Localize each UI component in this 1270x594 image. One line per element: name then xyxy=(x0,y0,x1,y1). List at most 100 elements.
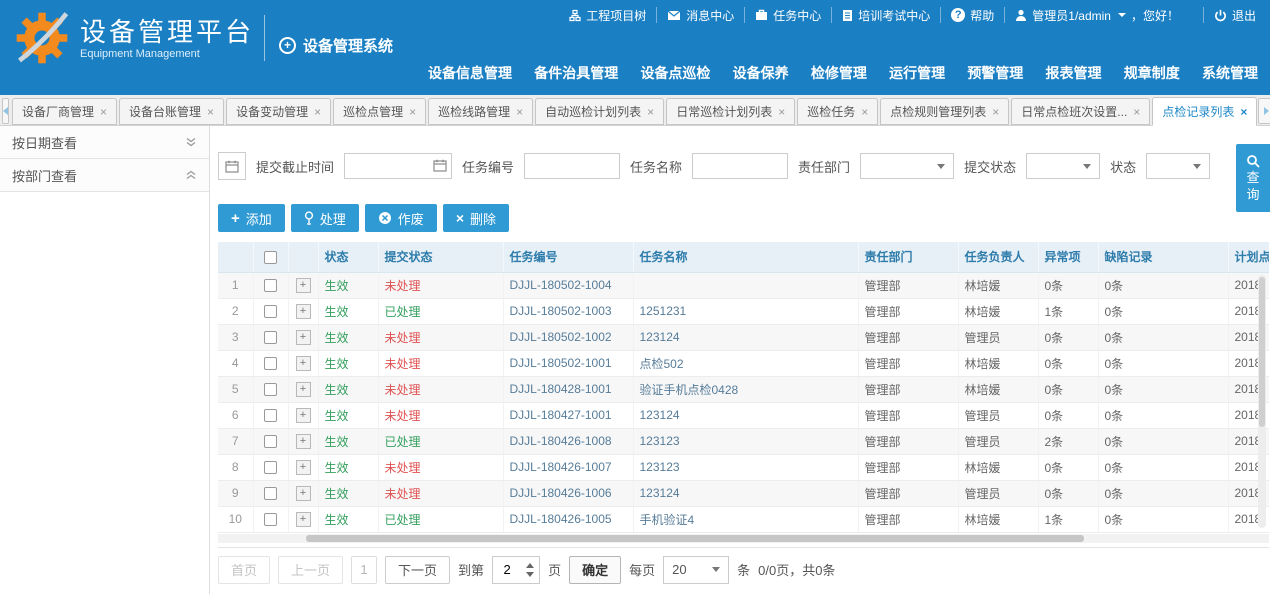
nav-item[interactable]: 运行管理 xyxy=(889,63,945,83)
table-row[interactable]: 10 + 生效 已处理 DJJL-180426-1005 手机验证4 管理部 林… xyxy=(218,506,1269,532)
task-name-input[interactable] xyxy=(692,153,788,179)
row-checkbox[interactable] xyxy=(264,357,277,370)
nav-item[interactable]: 设备信息管理 xyxy=(428,63,512,83)
nav-item[interactable]: 系统管理 xyxy=(1202,63,1258,83)
expand-icon[interactable]: + xyxy=(296,304,311,319)
expand-icon[interactable]: + xyxy=(296,356,311,371)
tabs-scroll-right-button[interactable] xyxy=(1258,98,1270,124)
tab[interactable]: 巡检任务 × xyxy=(797,98,878,125)
calendar-icon[interactable] xyxy=(433,159,447,175)
row-checkbox[interactable] xyxy=(264,279,277,292)
row-checkbox[interactable] xyxy=(264,513,277,526)
close-icon[interactable]: × xyxy=(1133,105,1140,119)
col-plan-time[interactable]: 计划点检时间 xyxy=(1228,242,1269,272)
calendar-button[interactable] xyxy=(218,152,246,180)
close-icon[interactable]: × xyxy=(207,105,214,119)
horizontal-scrollbar[interactable] xyxy=(218,534,1269,543)
tab[interactable]: 日常点检班次设置... × xyxy=(1011,98,1150,125)
select-all-checkbox[interactable] xyxy=(264,251,277,264)
table-row[interactable]: 9 + 生效 未处理 DJJL-180426-1006 123124 管理部 管… xyxy=(218,480,1269,506)
expand-icon[interactable]: + xyxy=(296,460,311,475)
search-button[interactable]: 查 询 xyxy=(1236,144,1270,212)
tab[interactable]: 点检记录列表 × xyxy=(1152,97,1257,126)
spinner-down-icon[interactable] xyxy=(526,572,534,577)
goto-page-input[interactable] xyxy=(493,562,521,577)
col-owner[interactable]: 任务负责人 xyxy=(958,242,1038,272)
help-link[interactable]: ? 帮助 xyxy=(940,7,1004,23)
training-center-link[interactable]: 培训考试中心 xyxy=(831,7,940,23)
void-button[interactable]: 作废 xyxy=(365,204,437,232)
close-icon[interactable]: × xyxy=(100,105,107,119)
close-icon[interactable]: × xyxy=(1240,105,1247,119)
table-row[interactable]: 6 + 生效 未处理 DJJL-180427-1001 123124 管理部 管… xyxy=(218,402,1269,428)
col-abnormal[interactable]: 异常项 xyxy=(1038,242,1098,272)
tab[interactable]: 巡检线路管理 × xyxy=(428,98,533,125)
close-icon[interactable]: × xyxy=(861,105,868,119)
sidebar-section[interactable]: 按日期查看 xyxy=(0,126,209,159)
vertical-scrollbar[interactable] xyxy=(1258,275,1266,528)
table-row[interactable]: 7 + 生效 已处理 DJJL-180426-1008 123123 管理部 管… xyxy=(218,428,1269,454)
confirm-button[interactable]: 确定 xyxy=(569,556,621,584)
user-menu[interactable]: 管理员1/admin ，您好！ xyxy=(1004,7,1189,23)
expand-icon[interactable]: + xyxy=(296,434,311,449)
tab[interactable]: 日常巡检计划列表 × xyxy=(666,98,795,125)
prev-page-button[interactable]: 上一页 xyxy=(278,556,343,584)
expand-icon[interactable]: + xyxy=(296,330,311,345)
row-checkbox[interactable] xyxy=(264,331,277,344)
expand-icon[interactable]: + xyxy=(296,408,311,423)
current-page-button[interactable]: 1 xyxy=(351,556,377,584)
close-icon[interactable]: × xyxy=(778,105,785,119)
first-page-button[interactable]: 首页 xyxy=(218,556,270,584)
vertical-scrollbar-thumb[interactable] xyxy=(1259,277,1265,427)
expand-icon[interactable]: + xyxy=(296,382,311,397)
col-status[interactable]: 状态 xyxy=(318,242,378,272)
col-defect[interactable]: 缺陷记录 xyxy=(1098,242,1228,272)
row-checkbox[interactable] xyxy=(264,461,277,474)
sidebar-section[interactable]: 按部门查看 xyxy=(0,159,209,192)
row-checkbox[interactable] xyxy=(264,487,277,500)
add-button[interactable]: + 添加 xyxy=(218,204,285,232)
close-icon[interactable]: × xyxy=(992,105,999,119)
next-page-button[interactable]: 下一页 xyxy=(385,556,450,584)
col-task-name[interactable]: 任务名称 xyxy=(633,242,858,272)
expand-icon[interactable]: + xyxy=(296,512,311,527)
table-row[interactable]: 8 + 生效 未处理 DJJL-180426-1007 123123 管理部 林… xyxy=(218,454,1269,480)
col-task-no[interactable]: 任务编号 xyxy=(503,242,633,272)
spinner-up-icon[interactable] xyxy=(526,563,534,568)
table-row[interactable]: 1 + 生效 未处理 DJJL-180502-1004 管理部 林培媛 0条 0… xyxy=(218,272,1269,298)
nav-item[interactable]: 设备保养 xyxy=(733,63,789,83)
close-icon[interactable]: × xyxy=(647,105,654,119)
submit-status-select[interactable] xyxy=(1026,153,1100,179)
message-center-link[interactable]: 消息中心 xyxy=(656,7,744,23)
tab[interactable]: 设备厂商管理 × xyxy=(12,98,117,125)
status-select[interactable] xyxy=(1146,153,1210,179)
expand-icon[interactable]: + xyxy=(296,486,311,501)
nav-item[interactable]: 备件治具管理 xyxy=(534,63,618,83)
logout-button[interactable]: 退出 xyxy=(1203,7,1266,23)
tab[interactable]: 巡检点管理 × xyxy=(333,98,426,125)
nav-item[interactable]: 设备点巡检 xyxy=(640,63,710,83)
row-checkbox[interactable] xyxy=(264,409,277,422)
tab[interactable]: 自动巡检计划列表 × xyxy=(535,98,664,125)
nav-item[interactable]: 规章制度 xyxy=(1124,63,1180,83)
table-row[interactable]: 4 + 生效 未处理 DJJL-180502-1001 点检502 管理部 林培… xyxy=(218,350,1269,376)
nav-item[interactable]: 报表管理 xyxy=(1046,63,1102,83)
tab[interactable]: 点检规则管理列表 × xyxy=(880,98,1009,125)
task-no-input[interactable] xyxy=(524,153,620,179)
expand-icon[interactable]: + xyxy=(296,278,311,293)
horizontal-scrollbar-thumb[interactable] xyxy=(306,535,1084,542)
nav-item[interactable]: 预警管理 xyxy=(967,63,1023,83)
process-button[interactable]: 处理 xyxy=(291,204,359,232)
task-center-link[interactable]: 任务中心 xyxy=(744,7,831,23)
table-row[interactable]: 2 + 生效 已处理 DJJL-180502-1003 1251231 管理部 … xyxy=(218,298,1269,324)
close-icon[interactable]: × xyxy=(409,105,416,119)
table-row[interactable]: 5 + 生效 未处理 DJJL-180428-1001 验证手机点检0428 管… xyxy=(218,376,1269,402)
dept-select[interactable] xyxy=(860,153,954,179)
delete-button[interactable]: × 删除 xyxy=(443,204,509,232)
close-icon[interactable]: × xyxy=(314,105,321,119)
nav-item[interactable]: 检修管理 xyxy=(811,63,867,83)
table-row[interactable]: 3 + 生效 未处理 DJJL-180502-1002 123124 管理部 管… xyxy=(218,324,1269,350)
col-submit-status[interactable]: 提交状态 xyxy=(378,242,503,272)
row-checkbox[interactable] xyxy=(264,383,277,396)
col-dept[interactable]: 责任部门 xyxy=(858,242,958,272)
